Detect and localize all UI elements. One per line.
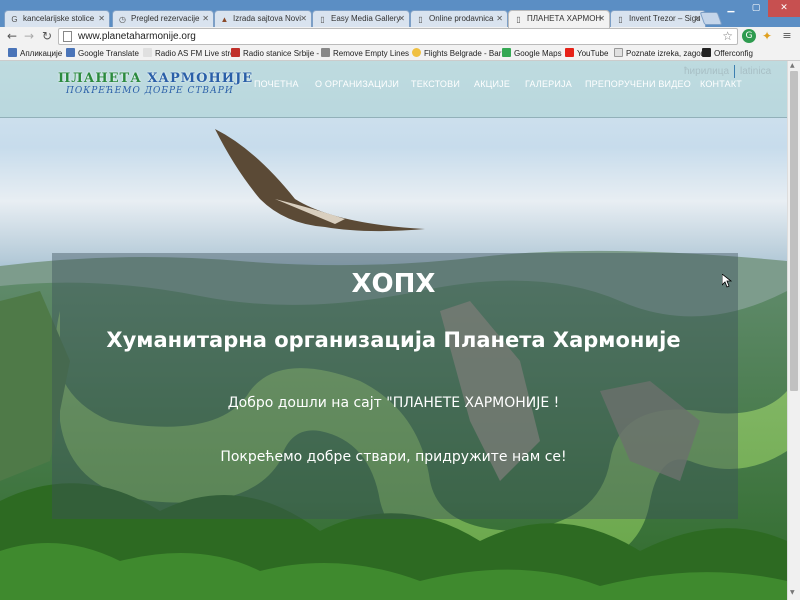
close-icon[interactable]: ✕ (98, 14, 105, 23)
tab-label: Izrada sajtova Novi (233, 14, 302, 23)
bookmark-google-translate[interactable]: Google Translate (66, 48, 139, 58)
page-viewport: ПЛАНЕТА ХАРМОНИЈЕ ПОКРЕЋЕМО ДОБРЕ СТВАРИ… (0, 61, 787, 600)
page-icon (63, 31, 72, 42)
nav-about[interactable]: О ОРГАНИЗАЦИЈИ (315, 79, 399, 89)
google-icon: G (11, 15, 18, 24)
browser-tab[interactable]: G kancelarijske stolice ✕ (4, 10, 110, 28)
page-scrollbar[interactable]: ▲ ▼ (787, 61, 800, 600)
nav-home[interactable]: ПОЧЕТНА (254, 79, 299, 89)
minimize-icon[interactable]: ▁ (718, 0, 744, 17)
close-window-icon[interactable]: ✕ (768, 0, 800, 17)
extension-star-icon[interactable]: ✦ (760, 29, 774, 43)
apps-icon (8, 48, 17, 57)
tab-label: ПЛАНЕТА ХАРМОН (527, 14, 602, 23)
page-icon (614, 48, 623, 57)
page-icon (143, 48, 152, 57)
bookmark-remove-empty-lines[interactable]: Remove Empty Lines (321, 48, 409, 58)
scroll-up-icon[interactable]: ▲ (790, 62, 795, 69)
bookmark-radio-stanice[interactable]: Radio stanice Srbije - (231, 48, 319, 58)
hero-join-text: Покрећемо добре ствари, придружите нам с… (220, 449, 567, 465)
lang-latin-link[interactable]: latinica (740, 66, 771, 77)
url-text: www.planetaharmonije.org (78, 31, 196, 42)
browser-tab[interactable]: ▯ Online prodavnica ✕ (410, 10, 508, 28)
page-icon: ▯ (320, 15, 325, 24)
nav-actions[interactable]: АКЦИЈЕ (474, 79, 510, 89)
youtube-icon (565, 48, 574, 57)
sun-icon (412, 48, 421, 57)
scrollbar-thumb[interactable] (790, 71, 798, 391)
page-icon: ▯ (418, 15, 423, 24)
page-icon: ▯ (618, 15, 623, 24)
eagle-icon (215, 129, 425, 232)
forward-arrow-icon[interactable]: → (21, 28, 37, 44)
page-icon (321, 48, 330, 57)
tab-label: Pregled rezervacije (131, 14, 200, 23)
browser-toolbar: ← → ↻ www.planetaharmonije.org ☆ G ✦ ≡ (0, 27, 800, 46)
warning-icon: ▲ (220, 15, 229, 24)
close-icon[interactable]: ✕ (598, 14, 605, 23)
nav-gallery[interactable]: ГАЛЕРИЈА (525, 79, 572, 89)
tab-label: Easy Media Gallery (331, 14, 401, 23)
lang-separator (734, 65, 735, 78)
hero-subtitle: Хуманитарна организација Планета Хармони… (106, 328, 681, 352)
lang-cyrillic-link[interactable]: ћирилица (684, 66, 729, 77)
browser-tab[interactable]: ▲ Izrada sajtova Novi ✕ (214, 10, 312, 28)
nav-contact[interactable]: КОНТАКТ (700, 79, 742, 89)
browser-tab[interactable]: ▯ Easy Media Gallery ✕ (312, 10, 410, 28)
menu-icon[interactable]: ≡ (779, 28, 795, 44)
bookmark-youtube[interactable]: YouTube (565, 48, 608, 58)
close-icon[interactable]: ✕ (202, 14, 209, 23)
hero-welcome-text: Добро дошли на сајт "ПЛАНЕТЕ ХАРМОНИЈЕ ! (227, 395, 560, 411)
mouse-cursor-icon (722, 274, 732, 288)
back-arrow-icon[interactable]: ← (4, 28, 20, 44)
extension-icon[interactable]: G (742, 29, 756, 43)
nav-recommended-video[interactable]: ПРЕПОРУЧЕНИ ВИДЕО (585, 79, 691, 89)
tab-label: Invent Trezor – Sigu (629, 14, 701, 23)
bookmark-radio-as-fm[interactable]: Radio AS FM Live stre (143, 48, 235, 58)
close-icon[interactable]: ✕ (300, 14, 307, 23)
bookmark-google-maps[interactable]: Google Maps (502, 48, 562, 58)
bookmark-offerconfig[interactable]: Offerconfig (702, 48, 753, 58)
site-logo[interactable]: ПЛАНЕТА ХАРМОНИЈЕ (58, 71, 253, 86)
address-bar[interactable]: www.planetaharmonije.org ☆ (58, 28, 738, 45)
browser-tab[interactable]: ▯ Invent Trezor – Sigu ✕ (610, 10, 706, 28)
clock-icon: ◷ (119, 15, 126, 24)
translate-icon (66, 48, 75, 57)
bookmark-apps[interactable]: Апликације (8, 48, 62, 58)
bookmark-poznate-izreke[interactable]: Poznate izreka, zagon (614, 48, 705, 58)
page-icon: ▯ (516, 15, 521, 24)
offerconfig-icon (702, 48, 711, 57)
tab-label: Online prodavnica (429, 14, 494, 23)
maximize-icon[interactable]: ▢ (744, 0, 768, 17)
reload-icon[interactable]: ↻ (39, 28, 55, 44)
close-icon[interactable]: ✕ (496, 14, 503, 23)
browser-tab-strip: G kancelarijske stolice ✕ ◷ Pregled reze… (0, 0, 800, 28)
browser-tab-active[interactable]: ▯ ПЛАНЕТА ХАРМОН ✕ (508, 10, 610, 28)
radio-icon (231, 48, 240, 57)
tab-label: kancelarijske stolice (23, 14, 95, 23)
browser-tab[interactable]: ◷ Pregled rezervacije ✕ (112, 10, 214, 28)
bookmark-flights[interactable]: Flights Belgrade - Bar (412, 48, 501, 58)
site-header: ПЛАНЕТА ХАРМОНИЈЕ ПОКРЕЋЕМО ДОБРЕ СТВАРИ… (0, 61, 787, 118)
map-icon (502, 48, 511, 57)
bookmarks-bar: Апликације Google Translate Radio AS FM … (0, 46, 800, 61)
hero-title: ХОПХ (351, 269, 436, 299)
site-logo-tagline: ПОКРЕЋЕМО ДОБРЕ СТВАРИ (66, 86, 234, 96)
close-icon[interactable]: ✕ (398, 14, 405, 23)
scroll-down-icon[interactable]: ▼ (790, 589, 795, 596)
star-icon[interactable]: ☆ (722, 29, 733, 43)
nav-texts[interactable]: ТЕКСТОВИ (411, 79, 460, 89)
